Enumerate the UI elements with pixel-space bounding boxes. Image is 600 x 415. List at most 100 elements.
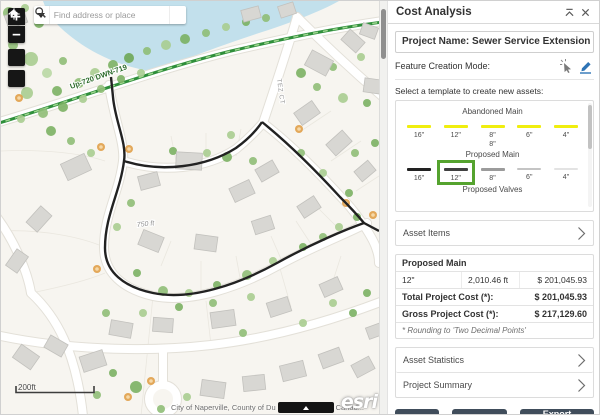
- locate-icon: [8, 8, 20, 20]
- close-icon: [581, 8, 590, 17]
- panel-header: Cost Analysis: [388, 1, 600, 24]
- cost-table-header: Proposed Main: [396, 255, 593, 272]
- app-window: Up-720 DWN-719TEZ CT750 ft + −: [0, 0, 600, 415]
- chevron-right-icon: [577, 378, 586, 393]
- search-bar: [34, 6, 186, 24]
- cost-total-row: Total Project Cost (*):$ 201,045.93: [396, 289, 593, 306]
- swatch-label: 8": [489, 175, 495, 182]
- pencil-edit-icon: [578, 59, 593, 74]
- line-swatch: [444, 168, 468, 171]
- template-item-abandoned-main-8[interactable]: 8": [476, 119, 510, 140]
- swatch-label: 6": [526, 174, 532, 181]
- template-gallery-content: Abandoned Main16"12"8"6"4"8"Proposed Mai…: [396, 101, 593, 194]
- line-swatch: [481, 168, 505, 171]
- search-icon: [34, 6, 47, 19]
- minus-icon: −: [12, 28, 20, 42]
- cost-total-value: $ 201,045.93: [528, 289, 593, 305]
- export-report-button[interactable]: Export Report: [520, 409, 594, 415]
- project-name: Project Name: Sewer Service Extension: [395, 31, 594, 53]
- template-item-proposed-main-6[interactable]: 6": [512, 162, 546, 183]
- cost-table-totals: Total Project Cost (*):$ 201,045.93Gross…: [396, 289, 593, 323]
- cost-total-label: Gross Project Cost (*):: [396, 306, 528, 322]
- template-item-proposed-main-4[interactable]: 4": [549, 162, 583, 183]
- magic-wand-cursor-icon: [560, 59, 574, 73]
- asset-statistics-expander[interactable]: Asset Statistics: [396, 348, 593, 373]
- panel-body: Project Name: Sewer Service Extension Fe…: [388, 24, 600, 415]
- scale-bar-graphic: [15, 383, 97, 394]
- magic-wand-select-button[interactable]: [558, 58, 576, 74]
- cost-summary-table: Proposed Main 12"2,010.46 ft$ 201,045.93…: [395, 254, 594, 339]
- template-item-extra[interactable]: 8": [400, 141, 585, 148]
- attribution: City of Naperville, County of Du Canad..…: [171, 402, 364, 413]
- template-item-proposed-main-12[interactable]: 12": [439, 162, 473, 183]
- collapse-button[interactable]: [561, 5, 577, 19]
- template-item-abandoned-main-16[interactable]: 16": [402, 119, 436, 140]
- line-swatch: [407, 125, 431, 128]
- back-button[interactable]: Back: [395, 409, 439, 415]
- line-swatch: [554, 168, 578, 170]
- expander-group: Asset Statistics Project Summary: [395, 347, 594, 398]
- line-swatch: [517, 168, 541, 170]
- zoom-out-button[interactable]: −: [8, 26, 25, 43]
- gallery-scrollbar-thumb[interactable]: [588, 105, 592, 149]
- attribution-expand-widget[interactable]: [278, 402, 334, 413]
- panel-title: Cost Analysis: [396, 6, 561, 18]
- swatch-label: 4": [563, 174, 569, 181]
- chevron-right-icon: [577, 353, 586, 368]
- template-item-proposed-main-16[interactable]: 16": [402, 162, 436, 183]
- swatch-label: 16": [414, 132, 424, 139]
- search-button[interactable]: [169, 6, 186, 24]
- template-group-title: Proposed Valves: [400, 185, 585, 194]
- map-canvas[interactable]: Up-720 DWN-719TEZ CT750 ft: [1, 1, 379, 415]
- swatch-label: 16": [414, 175, 424, 182]
- cost-analysis-panel: Cost Analysis Project Name: Sewer Servic…: [387, 1, 600, 415]
- project-summary-expander[interactable]: Project Summary: [396, 373, 593, 397]
- line-swatch: [517, 125, 541, 128]
- close-button[interactable]: [577, 5, 593, 19]
- refresh-button[interactable]: Refresh: [452, 409, 508, 415]
- feature-creation-mode-label: Feature Creation Mode:: [395, 61, 558, 71]
- cost-table-cell: 12": [396, 272, 462, 288]
- cost-table-row: 12"2,010.46 ft$ 201,045.93: [396, 272, 593, 289]
- map-view[interactable]: Up-720 DWN-719TEZ CT750 ft + −: [1, 1, 379, 415]
- chevron-right-icon: [577, 226, 586, 241]
- asset-items-expander[interactable]: Asset Items: [395, 220, 594, 246]
- esri-logo: esri: [341, 391, 379, 413]
- project-summary-label: Project Summary: [403, 380, 577, 390]
- feature-creation-mode-row: Feature Creation Mode:: [395, 53, 594, 80]
- chevron-up-icon: [303, 406, 309, 410]
- template-instruction: Select a template to create new assets:: [395, 86, 594, 96]
- cost-table-cell: $ 201,045.93: [520, 272, 593, 288]
- line-swatch: [407, 168, 431, 171]
- template-group-row: 16" 12" 8" 6" 4": [400, 162, 585, 183]
- search-input[interactable]: [50, 6, 169, 24]
- template-group-row: 16" 12" 8" 6"4": [400, 119, 585, 140]
- cost-table-cell: 2,010.46 ft: [462, 272, 520, 288]
- cost-total-value: $ 217,129.60: [528, 306, 593, 322]
- template-item-abandoned-main-4[interactable]: 4": [549, 119, 583, 140]
- swatch-label: 8": [489, 132, 495, 139]
- cost-total-label: Total Project Cost (*):: [396, 289, 528, 305]
- asset-items-label: Asset Items: [403, 228, 577, 238]
- map-nav-controls: + −: [8, 8, 25, 87]
- cost-table-rows: 12"2,010.46 ft$ 201,045.93: [396, 272, 593, 289]
- swatch-label: 12": [451, 132, 461, 139]
- cost-table-footnote: * Rounding to 'Two Decimal Points': [396, 323, 593, 338]
- gallery-scrollbar: [588, 103, 592, 207]
- sketch-draw-button[interactable]: [576, 58, 594, 74]
- line-swatch: [554, 125, 578, 128]
- panel-scrollbar-thumb[interactable]: [381, 9, 386, 59]
- locate-button[interactable]: [8, 70, 25, 87]
- line-swatch: [444, 125, 468, 128]
- template-item-abandoned-main-12[interactable]: 12": [439, 119, 473, 140]
- action-buttons: Back Refresh Export Report: [395, 409, 594, 415]
- cost-total-row: Gross Project Cost (*):$ 217,129.60: [396, 306, 593, 323]
- template-item-proposed-main-8[interactable]: 8": [476, 162, 510, 183]
- home-button[interactable]: [8, 49, 25, 66]
- template-item-abandoned-main-6[interactable]: 6": [512, 119, 546, 140]
- collapse-icon: [564, 8, 575, 17]
- template-group-title: Proposed Main: [400, 150, 585, 159]
- scale-bar: 200ft: [15, 383, 36, 392]
- line-swatch: [481, 125, 505, 128]
- template-group-title: Abandoned Main: [400, 107, 585, 116]
